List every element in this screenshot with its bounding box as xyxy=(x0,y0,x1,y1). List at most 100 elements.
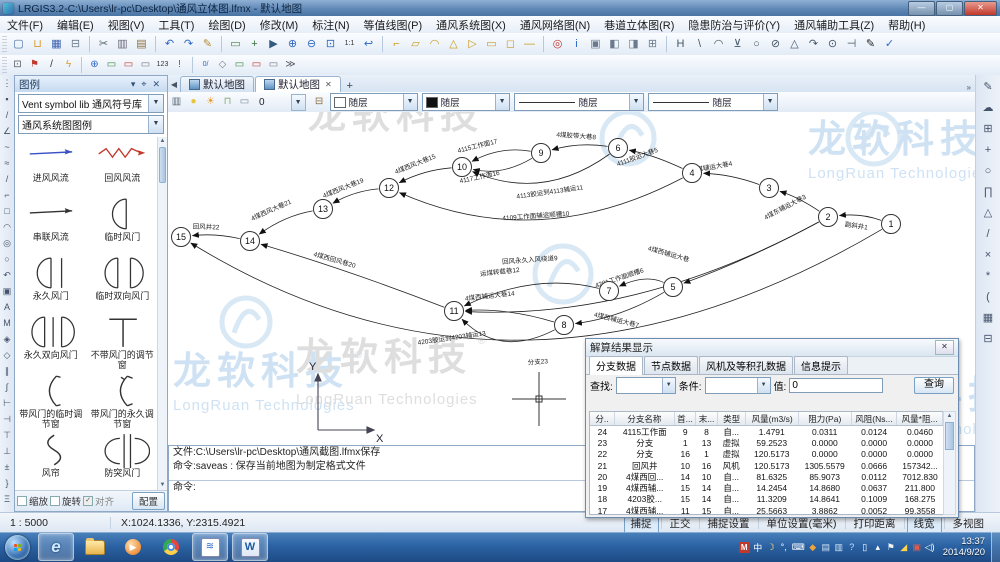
pen2-icon[interactable]: / xyxy=(44,58,59,73)
draw-shape-icon[interactable]: ▷ xyxy=(464,36,481,53)
branch-edge[interactable] xyxy=(552,145,608,150)
legend-item[interactable]: 永久双向风门 xyxy=(15,314,87,373)
table-row[interactable]: 23分支113虚拟59.25230.00000.00000.0000 xyxy=(590,437,943,448)
table-scrollbar[interactable]: ▲ xyxy=(943,411,956,515)
parallel-tool-icon[interactable]: ∥ xyxy=(5,363,10,379)
sun-icon[interactable]: ☀ xyxy=(203,95,218,110)
close-button[interactable]: ✕ xyxy=(964,1,997,16)
open-folder-icon[interactable]: ⊔ xyxy=(29,36,46,53)
taskbar-ie[interactable]: e xyxy=(38,533,74,561)
meter-icon[interactable]: ⊡ xyxy=(10,58,25,73)
half-right-icon[interactable]: ◨ xyxy=(625,36,642,53)
network-node[interactable]: 14 xyxy=(241,232,260,251)
legend-item[interactable]: 永久风门 xyxy=(15,255,87,314)
circle-icon[interactable]: ○ xyxy=(985,161,992,182)
table-column-header[interactable]: 末... xyxy=(696,412,718,425)
linetype-combo[interactable]: 随层 ▼ xyxy=(514,93,644,111)
legend-item[interactable]: 回风风流 xyxy=(87,137,159,196)
viewer-tray-icon[interactable]: ▤ xyxy=(821,542,831,553)
h-node-icon[interactable]: H xyxy=(672,36,689,53)
null-layer-icon[interactable]: 0/ xyxy=(198,58,213,73)
legend-item[interactable]: 带风门的临时调节窗 xyxy=(15,373,87,432)
ruler-icon[interactable]: △ xyxy=(984,203,992,224)
deg-tray-icon[interactable]: °, xyxy=(779,542,789,552)
lightning-icon[interactable]: ϟ xyxy=(61,58,76,73)
dropdown-arrow-icon[interactable]: ▼ xyxy=(148,116,163,133)
table-column-header[interactable]: 分支名称 xyxy=(615,412,674,425)
network-node[interactable]: 11 xyxy=(445,302,464,321)
table-row[interactable]: 244115工作面98自...1.47910.03110.01240.0460 xyxy=(590,426,943,437)
point-tool-icon[interactable]: ▪ xyxy=(5,91,8,107)
tag-icon[interactable]: ◇ xyxy=(215,58,230,73)
taskbar-explorer[interactable] xyxy=(78,534,112,560)
network-node[interactable]: 13 xyxy=(314,200,333,219)
pin-icon[interactable]: ⌖ xyxy=(138,79,149,90)
volume-tray-icon[interactable]: ◁) xyxy=(925,542,935,553)
table-column-header[interactable]: 首... xyxy=(675,412,697,425)
taskbar-chrome[interactable] xyxy=(154,534,188,560)
lock-icon[interactable]: ⊓ xyxy=(220,95,235,110)
dropdown-arrow-icon[interactable]: ▼ xyxy=(148,95,163,112)
scroll-thumb[interactable] xyxy=(159,147,166,183)
copy-icon[interactable]: ▥ xyxy=(114,36,131,53)
pen-black-icon[interactable]: ✎ xyxy=(862,36,879,53)
pen-check-icon[interactable]: ✓ xyxy=(881,36,898,53)
zoom-window-icon[interactable]: ⊡ xyxy=(322,36,339,53)
up-arrow-tray-icon[interactable]: ▴ xyxy=(873,542,883,553)
legend-category-select[interactable]: 通风系统图图例 ▼ xyxy=(18,115,164,134)
block-tool-icon[interactable]: ◈ xyxy=(4,331,11,347)
flag-tray-icon[interactable]: ⚑ xyxy=(886,542,896,553)
network-node[interactable]: 7 xyxy=(600,282,619,301)
no-circle-icon[interactable]: ⊘ xyxy=(767,36,784,53)
network-node[interactable]: 8 xyxy=(555,316,574,335)
dialog-tab-1[interactable]: 分支数据 xyxy=(589,356,643,375)
menu-item[interactable]: 巷道立体图(R) xyxy=(597,16,681,34)
table-row[interactable]: 174煤西辅...1115自...25.56633.88620.005299.3… xyxy=(590,505,943,515)
maximize-button[interactable]: ▢ xyxy=(936,1,963,16)
menu-item[interactable]: 编辑(E) xyxy=(50,16,101,34)
window-select-icon[interactable]: ▭ xyxy=(227,36,244,53)
branch-edge[interactable] xyxy=(472,150,531,162)
polyline-tool-icon[interactable]: ∠ xyxy=(3,123,11,139)
angle-tool-icon[interactable]: △ xyxy=(786,36,803,53)
info-icon[interactable]: i xyxy=(568,36,585,53)
condition-combo[interactable]: ▼ xyxy=(705,377,771,394)
draw-flat-icon[interactable]: — xyxy=(521,36,538,53)
draw-line-icon[interactable]: ⌐ xyxy=(388,36,405,53)
menu-item[interactable]: 工具(T) xyxy=(151,16,201,34)
print-icon[interactable]: ⊟ xyxy=(67,36,84,53)
legend-item[interactable]: 带风门的永久调节窗 xyxy=(87,373,159,432)
legend-item[interactable]: 风帘 xyxy=(15,432,87,490)
doc-tray-icon[interactable]: ▥ xyxy=(834,542,844,553)
circle-tool-icon[interactable]: ○ xyxy=(748,36,765,53)
blank-layer-icon[interactable]: ▭ xyxy=(237,95,252,110)
layer-manager-icon[interactable]: ⊟ xyxy=(312,95,327,110)
table-column-header[interactable]: 阻力(Pa) xyxy=(799,412,852,425)
arc3-icon[interactable]: ( xyxy=(986,287,990,308)
table-row[interactable]: 21回风井1016风机120.51731305.55790.0666157342… xyxy=(590,460,943,471)
menu-item[interactable]: 视图(V) xyxy=(101,16,152,34)
legend-item[interactable]: 临时风门 xyxy=(87,196,159,255)
del-rect-icon[interactable]: ▭ xyxy=(121,58,136,73)
im-tray-icon[interactable]: M xyxy=(739,542,750,553)
ref-rect-icon[interactable]: ▭ xyxy=(266,58,281,73)
zoom-out-icon[interactable]: ⊖ xyxy=(303,36,320,53)
draw-polyline-icon[interactable]: ▱ xyxy=(407,36,424,53)
table-row[interactable]: 194煤西辅...1514自...14.245414.86800.0637211… xyxy=(590,482,943,493)
map-tab-1[interactable]: 默认地图 xyxy=(180,76,254,92)
add-rect2-icon[interactable]: ▭ xyxy=(232,58,247,73)
width-icon[interactable]: ⊣ xyxy=(843,36,860,53)
network-node[interactable]: 10 xyxy=(453,158,472,177)
pan-icon[interactable]: + xyxy=(246,36,263,53)
pencil-icon[interactable]: ✎ xyxy=(983,77,992,98)
zoom-1to1-icon[interactable]: 1:1 xyxy=(341,36,358,53)
menu-item[interactable]: 等值线图(P) xyxy=(357,16,430,34)
bracket-icon[interactable]: } xyxy=(5,475,8,491)
redo-icon[interactable]: ↷ xyxy=(180,36,197,53)
dropdown-arrow-icon[interactable]: ▼ xyxy=(495,94,509,110)
undo-icon[interactable]: ↶ xyxy=(161,36,178,53)
arc-tool-icon[interactable]: ◠ xyxy=(3,219,11,235)
legend-scrollbar[interactable]: ▲ ▼ xyxy=(157,137,167,490)
panel-close-icon[interactable]: ✕ xyxy=(149,79,163,90)
loop-tool-icon[interactable]: ↶ xyxy=(3,267,11,283)
